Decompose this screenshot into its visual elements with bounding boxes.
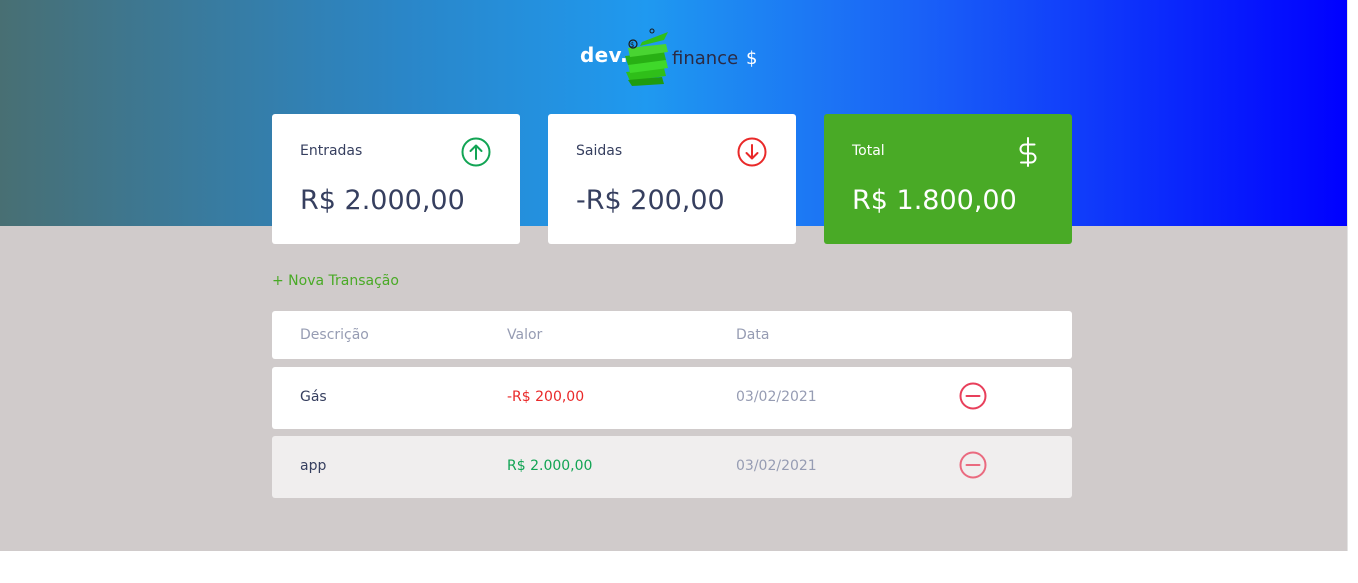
header-description: Descrição	[300, 327, 369, 343]
row-description: Gás	[300, 389, 327, 405]
logo-finance-text: finance	[672, 48, 739, 69]
row-amount: R$ 2.000,00	[507, 458, 593, 474]
minus-circle-icon[interactable]	[958, 381, 988, 411]
minus-circle-icon[interactable]	[958, 450, 988, 480]
total-card: Total R$ 1.800,00	[824, 114, 1072, 244]
row-date: 03/02/2021	[736, 389, 817, 405]
bottom-area	[0, 551, 1358, 583]
expense-label: Saidas	[576, 143, 623, 159]
vertical-scrollbar[interactable]	[1347, 0, 1358, 551]
logo: dev. $ finance $	[580, 28, 770, 88]
logo-dollar-text: $	[746, 48, 758, 69]
table-row: app R$ 2.000,00 03/02/2021	[272, 436, 1072, 498]
header-amount: Valor	[507, 327, 543, 343]
money-stack-icon: $	[625, 28, 668, 86]
row-date: 03/02/2021	[736, 458, 817, 474]
table-header: Descrição Valor Data	[272, 311, 1072, 359]
new-transaction-link[interactable]: + Nova Transação	[272, 273, 399, 289]
arrow-down-circle-icon	[737, 137, 767, 167]
income-label: Entradas	[300, 143, 363, 159]
table-row: Gás -R$ 200,00 03/02/2021	[272, 367, 1072, 429]
dollar-icon	[1019, 137, 1037, 167]
expense-value: -R$ 200,00	[576, 185, 725, 216]
row-description: app	[300, 458, 327, 474]
arrow-up-circle-icon	[461, 137, 491, 167]
row-amount: -R$ 200,00	[507, 389, 585, 405]
income-card: Entradas R$ 2.000,00	[272, 114, 520, 244]
app-page: dev. $ finance $ Entradas R$ 2.000,00 Sa…	[0, 0, 1347, 551]
logo-dev-text: dev.	[580, 43, 629, 67]
total-value: R$ 1.800,00	[852, 185, 1017, 216]
total-label: Total	[852, 143, 885, 159]
header-date: Data	[736, 327, 770, 343]
svg-text:$: $	[630, 41, 634, 49]
expense-card: Saidas -R$ 200,00	[548, 114, 796, 244]
income-value: R$ 2.000,00	[300, 185, 465, 216]
